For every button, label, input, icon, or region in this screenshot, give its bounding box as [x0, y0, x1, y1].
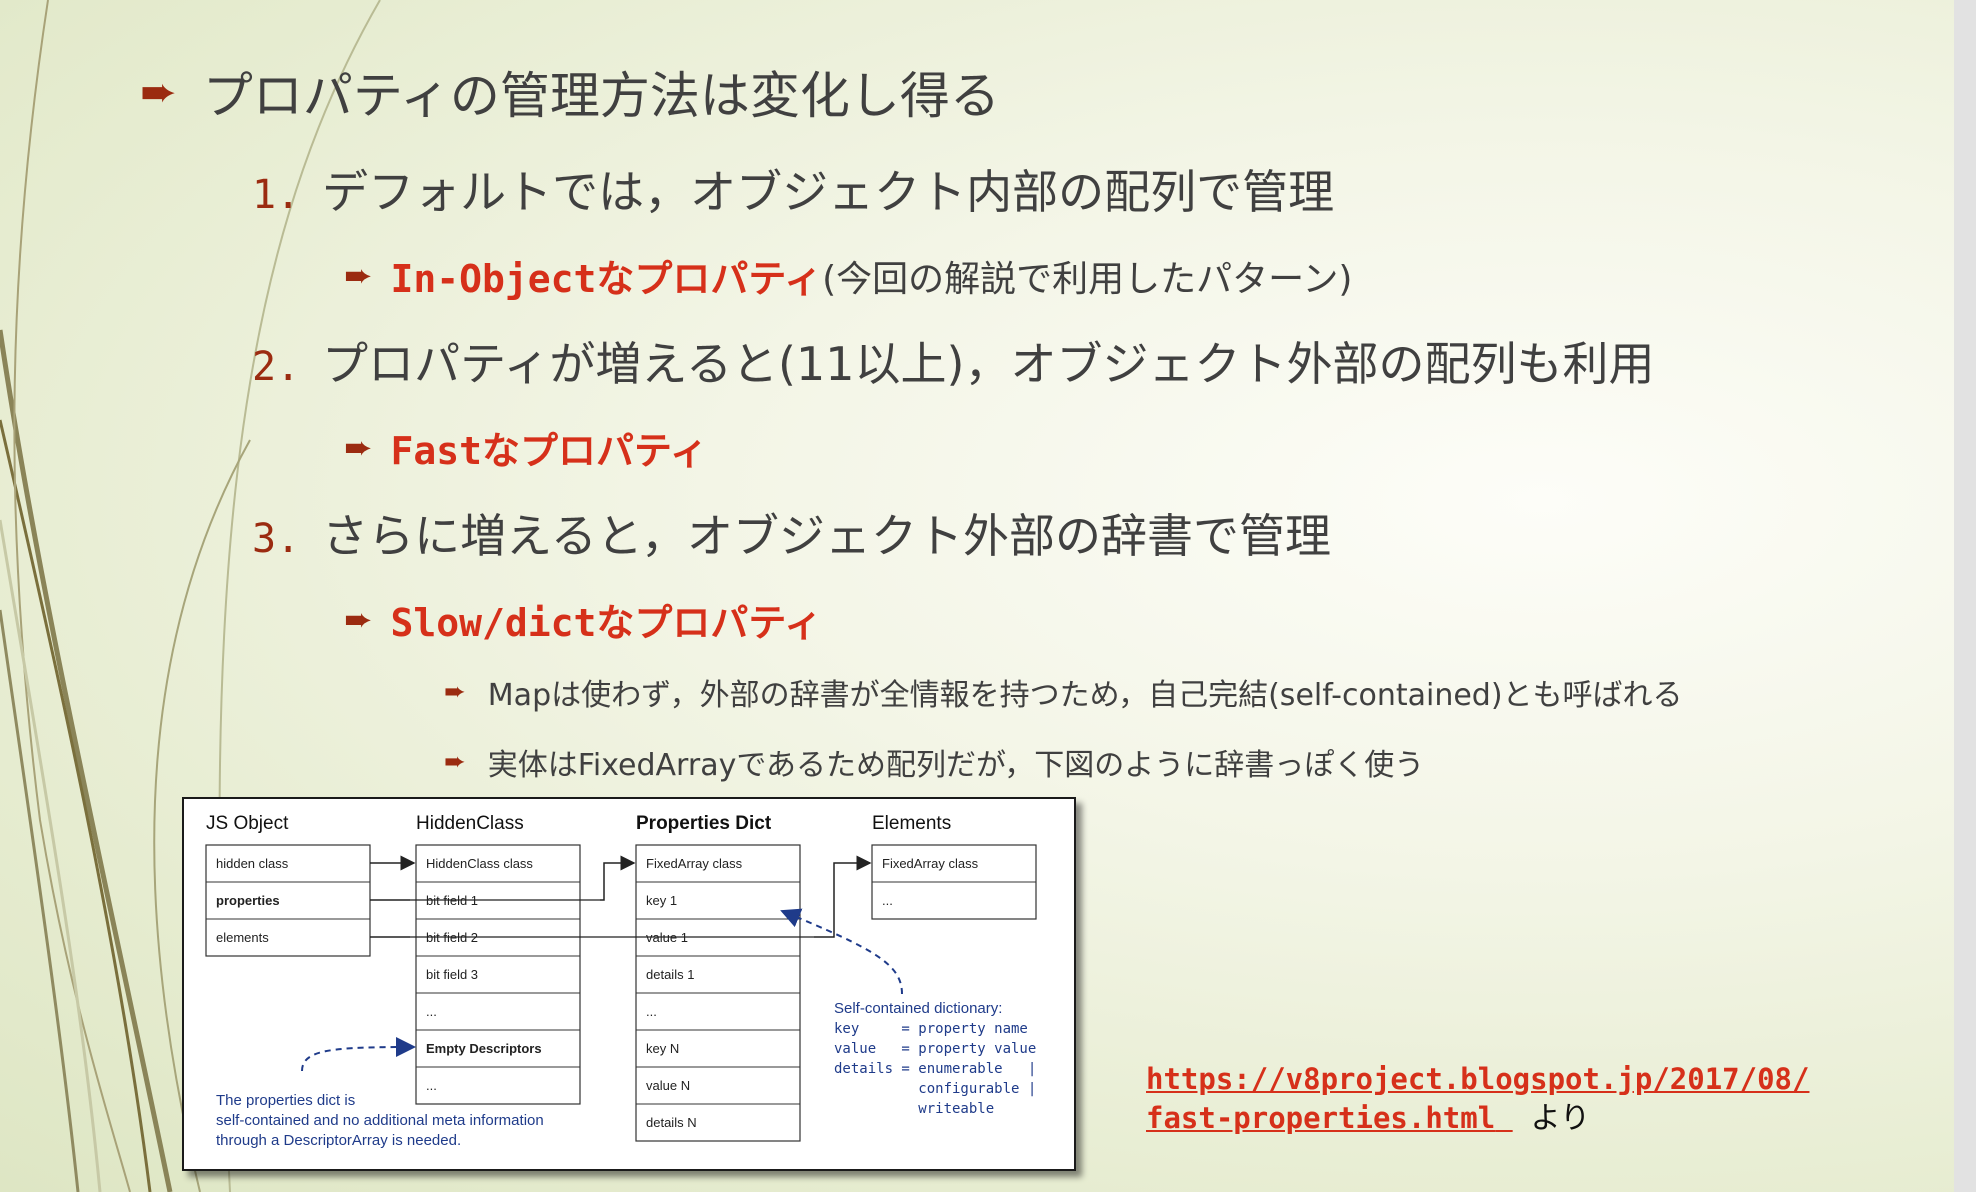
- arrow-bullet-icon: ➨: [444, 677, 466, 707]
- connector-arrows: [370, 855, 872, 938]
- properties-dict-diagram: JS Object HiddenClass Properties Dict El…: [182, 797, 1076, 1171]
- numbered-item-3: 3. さらに増えると，オブジェクト外部の辞書で管理: [252, 500, 1331, 566]
- numbered-item-2: 2. プロパティが増えると(11以上)，オブジェクト外部の配列も利用: [252, 328, 1654, 394]
- note-text: (今回の解説で利用したパターン): [822, 258, 1353, 300]
- note-right-line: writeable: [834, 1101, 994, 1117]
- arrow-bullet-icon: ➨: [344, 255, 373, 296]
- arrow-bullet-icon: ➨: [344, 427, 373, 468]
- cell: FixedArray class: [882, 856, 979, 871]
- detail-bullet-2: ➨ 実体はFixedArrayであるため配列だが，下図のように辞書っぽく使う: [444, 740, 1424, 784]
- note-left-line: The properties dict is: [216, 1092, 355, 1109]
- hidden-class-table: HiddenClass class bit field 1 bit field …: [415, 844, 581, 1105]
- properties-dict-table: FixedArray class key 1 value 1 details 1…: [635, 844, 801, 1142]
- cell: value N: [646, 1078, 690, 1093]
- item-text: プロパティが増えると(11以上)，オブジェクト外部の配列も利用: [322, 337, 1655, 391]
- elements-table: FixedArray class ...: [871, 844, 1037, 920]
- note-right-line: configurable |: [834, 1081, 1036, 1097]
- cell: key 1: [646, 893, 677, 908]
- js-object-table: hidden class properties elements: [205, 844, 371, 957]
- sub-bullet-slow-dict: ➨ Slow/dictなプロパティ: [344, 592, 822, 647]
- dashed-arrow-left: [301, 1037, 416, 1072]
- item-number: 3.: [252, 516, 301, 562]
- item-text: デフォルトでは，オブジェクト内部の配列で管理: [322, 165, 1335, 219]
- item-number: 2.: [252, 344, 301, 390]
- arrow-bullet-icon: ➨: [444, 747, 466, 777]
- note-left-line: through a DescriptorArray is needed.: [216, 1132, 461, 1149]
- cell: ...: [426, 1004, 437, 1019]
- cell: ...: [426, 1078, 437, 1093]
- source-url-line2: fast-properties.html: [1146, 1101, 1496, 1135]
- bullet-main: ➨ プロパティの管理方法は変化し得る: [140, 56, 1000, 128]
- cell: ...: [882, 893, 893, 908]
- detail-text: 実体はFixedArrayであるため配列だが，下図のように辞書っぽく使う: [487, 748, 1425, 783]
- cell: properties: [216, 893, 280, 908]
- note-left-line: self-contained and no additional meta in…: [216, 1112, 544, 1129]
- note-right-line: key = property name: [834, 1021, 1028, 1037]
- cell: Empty Descriptors: [426, 1041, 542, 1056]
- highlight-label: Fastなプロパティ: [390, 429, 708, 473]
- numbered-item-1: 1. デフォルトでは，オブジェクト内部の配列で管理: [252, 156, 1334, 222]
- cell: HiddenClass class: [426, 856, 533, 871]
- item-number: 1.: [252, 172, 301, 218]
- item-text: さらに増えると，オブジェクト外部の辞書で管理: [322, 509, 1331, 563]
- cell: details 1: [646, 967, 694, 982]
- highlight-label: In-Objectなプロパティ: [390, 257, 823, 301]
- header-js-object: JS Object: [206, 813, 289, 834]
- source-suffix: より: [1530, 1101, 1591, 1136]
- sub-bullet-fast: ➨ Fastなプロパティ: [344, 420, 708, 475]
- detail-text: Mapは使わず，外部の辞書が全情報を持つため，自己完結(self-contain…: [487, 678, 1683, 713]
- source-link[interactable]: https://v8project.blogspot.jp/2017/08/ f…: [1146, 1062, 1809, 1135]
- source-url-line1: https://v8project.blogspot.jp/2017/08/: [1146, 1062, 1810, 1096]
- header-hidden-class: HiddenClass: [416, 813, 524, 834]
- right-edge-strip: [1954, 0, 1976, 1192]
- header-properties-dict: Properties Dict: [636, 813, 772, 834]
- note-right-title: Self-contained dictionary:: [834, 1000, 1002, 1017]
- cell: details N: [646, 1115, 697, 1130]
- cell: key N: [646, 1041, 679, 1056]
- note-right-line: value = property value: [834, 1041, 1036, 1057]
- highlight-label: Slow/dictなプロパティ: [390, 601, 823, 645]
- cell: ...: [646, 1004, 657, 1019]
- sub-bullet-in-object: ➨ In-Objectなプロパティ (今回の解説で利用したパターン): [344, 248, 1352, 303]
- cell: FixedArray class: [646, 856, 743, 871]
- header-elements: Elements: [872, 813, 951, 834]
- detail-bullet-1: ➨ Mapは使わず，外部の辞書が全情報を持つため，自己完結(self-conta…: [444, 670, 1683, 714]
- cell: elements: [216, 930, 269, 945]
- source-citation: https://v8project.blogspot.jp/2017/08/ f…: [1146, 1060, 1809, 1138]
- cell: bit field 3: [426, 967, 478, 982]
- note-right-line: details = enumerable |: [834, 1061, 1036, 1077]
- bullet-main-text: プロパティの管理方法は変化し得る: [202, 67, 1000, 125]
- arrow-bullet-icon: ➨: [344, 599, 373, 640]
- arrow-bullet-icon: ➨: [140, 66, 177, 118]
- cell: hidden class: [216, 856, 289, 871]
